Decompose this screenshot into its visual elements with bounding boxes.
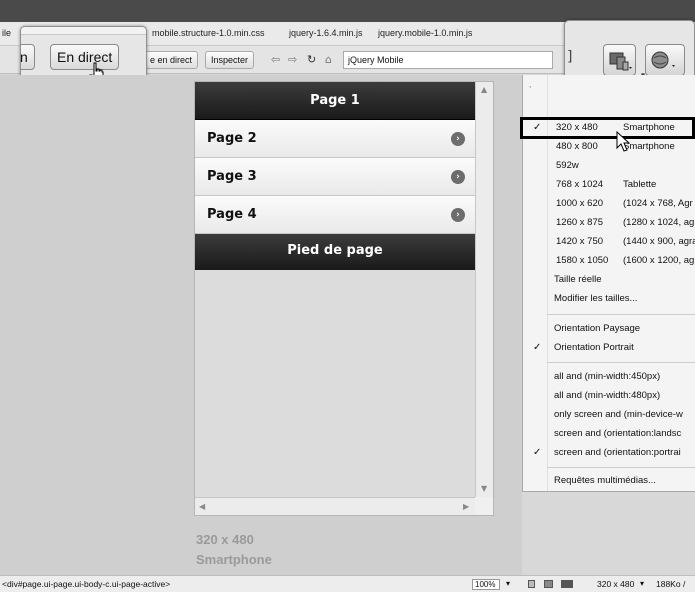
vertical-scrollbar[interactable]: ▲ ▼ [475, 82, 493, 497]
menu-item-label: all and (min-width:480px) [554, 390, 661, 401]
multiscreen-icon [609, 52, 632, 71]
scroll-up-icon[interactable]: ▲ [481, 85, 487, 94]
list-item[interactable]: Page 3 › [195, 158, 475, 196]
live-code-button[interactable]: e en direct [144, 51, 199, 69]
menu-item-media-query[interactable]: all and (min-width:480px) [523, 387, 695, 405]
status-bar: <div#page.ui-page.ui-body-c.ui-page-acti… [0, 575, 695, 592]
window-size-readout[interactable]: 320 x 480 [597, 576, 634, 592]
menu-item-media-query[interactable]: only screen and (min-device-w [523, 406, 695, 424]
refresh-icon[interactable]: ↻ [307, 53, 316, 66]
menu-item-media-query[interactable]: ✓ screen and (orientation:portrai [523, 444, 695, 462]
toolbar-edge-icon: ] [567, 49, 573, 65]
size-caption-device: Smartphone [196, 552, 272, 567]
zoom-callout-strip [21, 27, 146, 35]
chevron-down-icon[interactable]: ▾ [640, 576, 644, 592]
menu-item-label: Requêtes multimédias... [554, 475, 656, 486]
live-view-button-partial[interactable]: n [21, 44, 35, 70]
menu-item-orientation-landscape[interactable]: Orientation Paysage [523, 320, 695, 338]
selection-highlight [520, 117, 695, 139]
menu-item-592w[interactable]: 592w [523, 157, 695, 175]
menu-separator [547, 467, 695, 468]
menu-item-res: 592w [556, 160, 579, 171]
arrow-cursor-icon [616, 131, 631, 152]
related-file-jquery[interactable]: jquery-1.6.4.min.js [289, 28, 363, 38]
chevron-down-icon[interactable]: ▾ [506, 576, 510, 592]
menu-item-edit-sizes[interactable]: Modifier les tailles... [523, 290, 695, 308]
menu-item-device: (1440 x 900, agra [623, 236, 695, 247]
menu-item-device: (1600 x 1200, ag [623, 255, 695, 266]
menu-item-label: all and (min-width:450px) [554, 371, 661, 382]
checkmark-icon: ✓ [533, 447, 542, 458]
related-file-css[interactable]: mobile.structure-1.0.min.css [152, 28, 265, 38]
menu-item-device: (1280 x 1024, ag [623, 217, 695, 228]
menu-item-res: 480 x 800 [556, 141, 598, 152]
preview-browser-button[interactable] [645, 44, 685, 76]
menu-item-label: Orientation Portrait [554, 342, 634, 353]
device-frame: Page 1 Page 2 › Page 3 › Page 4 › Pied d… [194, 81, 494, 516]
menu-item-device: Tablette [623, 179, 657, 190]
back-icon[interactable]: ⇦ [271, 53, 280, 66]
menu-item-media-query[interactable]: screen and (orientation:landsc [523, 425, 695, 443]
menu-item-1420x750[interactable]: 1420 x 750 (1440 x 900, agra [523, 233, 695, 251]
mobile-size-icon[interactable] [528, 580, 535, 588]
tag-selector[interactable]: <div#page.ui-page.ui-body-c.ui-page-acti… [2, 576, 170, 592]
scroll-right-icon[interactable]: ▶ [463, 502, 469, 511]
design-viewport: Page 1 Page 2 › Page 3 › Page 4 › Pied d… [0, 75, 522, 575]
arrow-right-icon: › [451, 170, 465, 184]
page-footer: Pied de page [195, 234, 475, 270]
menu-item-orientation-portrait[interactable]: ✓ Orientation Portrait [523, 339, 695, 357]
menu-item-label: Taille réelle [554, 274, 602, 285]
menu-item-res: 768 x 1024 [556, 179, 604, 190]
arrow-right-icon: › [451, 208, 465, 222]
menu-item-res: 1420 x 750 [556, 236, 604, 247]
related-file-fragment[interactable]: ile [2, 28, 11, 38]
menu-item-media-queries[interactable]: Requêtes multimédias... [523, 472, 695, 490]
list-item-label: Page 4 [207, 207, 257, 222]
address-field[interactable]: jQuery Mobile [343, 51, 553, 69]
zoom-select[interactable]: 100% [472, 579, 500, 590]
menu-item-res: 1580 x 1050 [556, 255, 609, 266]
list-item-label: Page 3 [207, 169, 257, 184]
menu-item-1000x620[interactable]: 1000 x 620 (1024 x 768, Agr [523, 195, 695, 213]
menu-separator [547, 362, 695, 363]
list-item[interactable]: Page 2 › [195, 120, 475, 158]
top-strip [0, 0, 695, 22]
forward-icon[interactable]: ⇨ [288, 53, 297, 66]
checkmark-icon: ✓ [533, 342, 542, 353]
list-item[interactable]: Page 4 › [195, 196, 475, 234]
menu-separator [547, 314, 695, 315]
menu-item-label: only screen and (min-device-w [554, 409, 683, 420]
menu-item-480x800[interactable]: 480 x 800 Smartphone [523, 138, 695, 156]
menu-item-res: 1000 x 620 [556, 198, 604, 209]
menu-item-label: screen and (orientation:landsc [554, 428, 682, 439]
menu-item-1580x1050[interactable]: 1580 x 1050 (1600 x 1200, ag [523, 252, 695, 270]
list-item-label: Page 2 [207, 131, 257, 146]
menu-top-mark: , [529, 80, 532, 89]
page-header: Page 1 [195, 82, 475, 120]
scroll-left-icon[interactable]: ◀ [199, 502, 205, 511]
menu-item-actual-size[interactable]: Taille réelle [523, 271, 695, 289]
desktop-size-icon[interactable] [561, 580, 573, 588]
tablet-size-icon[interactable] [544, 580, 553, 588]
size-caption-dimensions: 320 x 480 [196, 532, 254, 547]
menu-item-label: Orientation Paysage [554, 323, 641, 334]
jquery-mobile-page: Page 1 Page 2 › Page 3 › Page 4 › Pied d… [195, 82, 475, 497]
menu-item-res: 1260 x 875 [556, 217, 604, 228]
menu-item-label: screen and (orientation:portrai [554, 447, 681, 458]
menu-item-device: (1024 x 768, Agr [623, 198, 693, 209]
menu-item-label: Modifier les tailles... [554, 293, 638, 304]
home-icon[interactable]: ⌂ [325, 53, 332, 66]
multiscreen-button[interactable] [603, 44, 636, 76]
menu-item-1260x875[interactable]: 1260 x 875 (1280 x 1024, ag [523, 214, 695, 232]
arrow-right-icon: › [451, 132, 465, 146]
menu-item-media-query[interactable]: all and (min-width:450px) [523, 368, 695, 386]
related-file-jquery-mobile[interactable]: jquery.mobile-1.0.min.js [378, 28, 472, 38]
menu-item-768x1024[interactable]: 768 x 1024 Tablette [523, 176, 695, 194]
inspect-button[interactable]: Inspecter [205, 51, 255, 69]
horizontal-scrollbar[interactable]: ◀ ▶ [195, 497, 475, 515]
file-size-readout: 188Ko / [656, 579, 686, 589]
live-view-button[interactable]: En direct [50, 44, 120, 70]
scroll-down-icon[interactable]: ▼ [481, 484, 487, 493]
